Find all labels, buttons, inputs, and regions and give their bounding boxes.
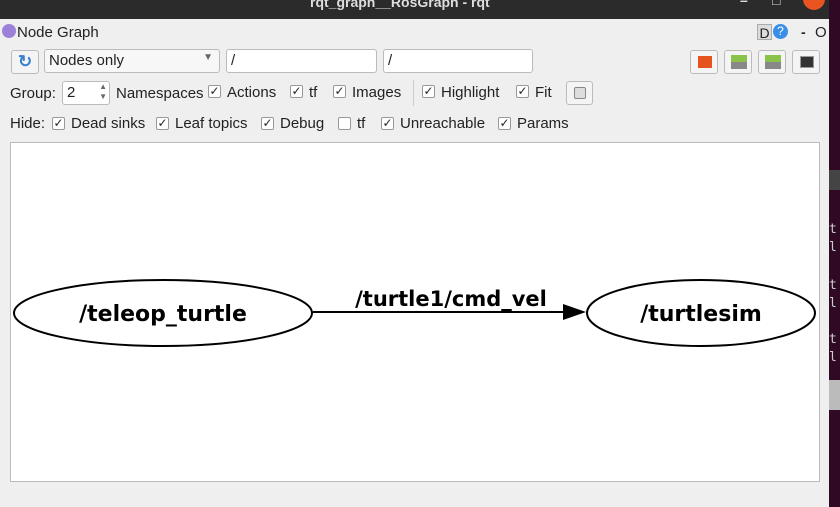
fit-view-button[interactable] bbox=[566, 81, 593, 105]
separator bbox=[413, 80, 414, 106]
leaf-topics-checkbox[interactable]: ✓ bbox=[156, 117, 169, 130]
terminal-line: l bbox=[829, 240, 837, 255]
namespaces-label: Namespaces bbox=[116, 85, 204, 102]
save-icon bbox=[731, 55, 747, 69]
params-label: Params bbox=[517, 115, 569, 132]
node-label: /turtlesim bbox=[640, 302, 762, 327]
leaf-topics-label: Leaf topics bbox=[175, 115, 248, 132]
refresh-icon: ↻ bbox=[18, 52, 33, 71]
terminal-line: t bbox=[829, 278, 837, 293]
node-label: /teleop_turtle bbox=[79, 302, 247, 327]
graph-mode-value: Nodes only bbox=[49, 52, 125, 69]
edge-label: /turtle1/cmd_vel bbox=[355, 287, 547, 311]
dock-title: Node Graph bbox=[17, 24, 99, 41]
unreachable-checkbox[interactable]: ✓ bbox=[381, 117, 394, 130]
dock-d-button[interactable]: D bbox=[757, 24, 772, 41]
highlight-label: Highlight bbox=[441, 84, 500, 101]
terminal-line: l bbox=[829, 296, 837, 311]
maximize-window-button[interactable]: □ bbox=[772, 0, 780, 8]
debug-label: Debug bbox=[280, 115, 325, 132]
folder-icon bbox=[698, 56, 712, 68]
background-terminal: t l t l t l bbox=[829, 0, 840, 507]
tf-checkbox[interactable]: ✓ bbox=[290, 85, 303, 98]
group-value: 2 bbox=[67, 84, 76, 101]
dead-sinks-checkbox[interactable]: ✓ bbox=[52, 117, 65, 130]
actions-label: Actions bbox=[227, 84, 277, 101]
title-bar: rqt_graph__RosGraph - rqt – □ bbox=[0, 0, 829, 19]
image-icon bbox=[800, 56, 814, 68]
fit-checkbox[interactable]: ✓ bbox=[516, 85, 529, 98]
save-svg-button[interactable] bbox=[758, 50, 786, 74]
fit-icon bbox=[574, 87, 586, 99]
group-label: Group: bbox=[10, 85, 56, 102]
hide-tf-label: tf bbox=[357, 115, 366, 132]
topic-filter-input[interactable]: / bbox=[383, 49, 533, 73]
dock-float-button[interactable]: O bbox=[815, 24, 827, 41]
params-checkbox[interactable]: ✓ bbox=[498, 117, 511, 130]
terminal-line: l bbox=[829, 350, 837, 365]
terminal-line: t bbox=[829, 222, 837, 237]
save-dot-button[interactable] bbox=[724, 50, 752, 74]
terminal-line: t bbox=[829, 332, 837, 347]
rqt-window: Node Graph D ? - O ↻ Nodes only ▼ / / Gr… bbox=[0, 19, 829, 507]
unreachable-label: Unreachable bbox=[400, 115, 486, 132]
load-dot-button[interactable] bbox=[690, 50, 718, 74]
images-label: Images bbox=[352, 84, 402, 101]
save-icon bbox=[765, 55, 781, 69]
fit-label: Fit bbox=[535, 84, 552, 101]
hide-tf-checkbox[interactable] bbox=[338, 117, 351, 130]
hide-label: Hide: bbox=[10, 115, 46, 132]
graph-svg: /teleop_turtle /turtlesim /turtle1/cmd_v… bbox=[13, 279, 816, 347]
chevron-down-icon: ▼ bbox=[203, 52, 213, 63]
dock-minimize-button[interactable]: - bbox=[801, 24, 806, 40]
group-spinbox[interactable]: 2 ▲ ▼ bbox=[62, 81, 110, 105]
spin-arrows-icon[interactable]: ▲ ▼ bbox=[99, 82, 107, 102]
images-checkbox[interactable]: ✓ bbox=[333, 85, 346, 98]
tf-label: tf bbox=[309, 84, 318, 101]
graph-canvas[interactable]: /teleop_turtle /turtlesim /turtle1/cmd_v… bbox=[10, 142, 820, 482]
minimize-window-button[interactable]: – bbox=[740, 0, 748, 8]
graph-mode-select[interactable]: Nodes only ▼ bbox=[44, 49, 220, 73]
actions-checkbox[interactable]: ✓ bbox=[208, 85, 221, 98]
window-title: rqt_graph__RosGraph - rqt bbox=[310, 0, 490, 10]
node-filter-input[interactable]: / bbox=[226, 49, 377, 73]
help-button[interactable]: ? bbox=[773, 24, 788, 39]
edge-arrowhead bbox=[563, 304, 586, 320]
debug-checkbox[interactable]: ✓ bbox=[261, 117, 274, 130]
node-graph-icon bbox=[2, 24, 16, 38]
highlight-checkbox[interactable]: ✓ bbox=[422, 85, 435, 98]
close-window-button[interactable] bbox=[803, 0, 825, 10]
refresh-button[interactable]: ↻ bbox=[11, 50, 39, 74]
dead-sinks-label: Dead sinks bbox=[71, 115, 146, 132]
save-image-button[interactable] bbox=[792, 50, 820, 74]
